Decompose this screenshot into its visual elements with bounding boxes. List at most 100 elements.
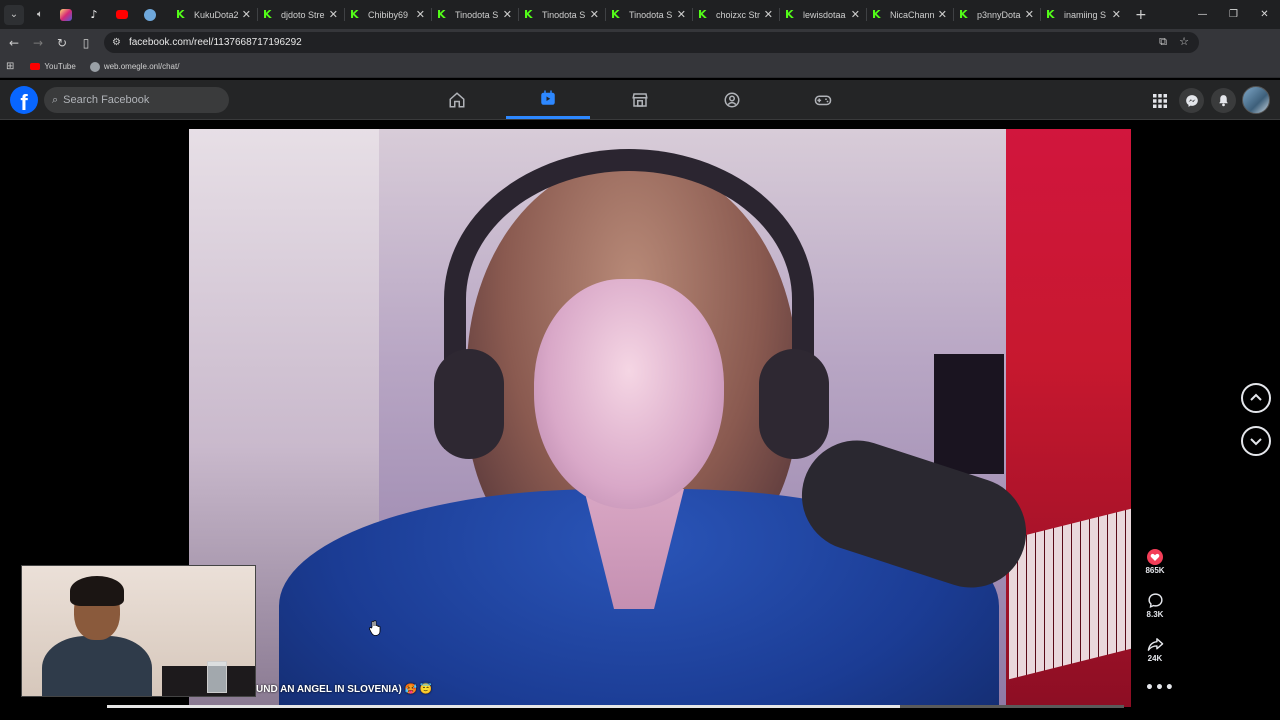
kick-icon: K [959,7,968,21]
mouse-cursor-icon [369,620,381,641]
reload-button[interactable]: ↻ [50,29,74,56]
close-tab-icon[interactable]: ✕ [938,8,947,21]
comment-icon [1147,593,1163,609]
new-tab-button[interactable]: + [1135,7,1147,23]
heart-icon [1147,549,1163,565]
share-icon [1147,638,1163,651]
nav-home[interactable] [415,80,499,119]
facebook-header: f ⌕ [0,80,1280,120]
facebook-logo-icon[interactable]: f [10,86,38,114]
back-button[interactable]: ← [2,29,26,56]
like-button[interactable]: 865K [1137,549,1173,575]
reel-progress-fill [107,705,901,708]
tab-title: Tinodota S [542,9,586,20]
home-icon [449,91,465,107]
comment-button[interactable]: 8.3K [1137,592,1173,619]
omegle-icon [144,8,156,21]
tab-title: KukuDota2 [194,9,238,20]
close-tab-icon[interactable]: ✕ [590,8,599,21]
pinned-tab-tiktok[interactable]: ♪ [80,0,108,29]
nav-groups[interactable] [690,80,774,119]
pinned-tab-omegle[interactable] [136,0,164,29]
marketplace-icon [632,92,648,107]
side-panel-button[interactable]: ▯ [74,29,98,56]
tab-strip: ⌄ 🔈︎ ♪ K KukuDota2 ✕ Kdjdoto Stre ✕ K Chibiby6… [0,0,1280,29]
reel-caption: UND AN ANGEL IN SLOVENIA) 🥵 😇 [256,684,433,695]
apps-icon[interactable]: ⊞ [6,61,14,72]
search-input[interactable] [63,94,214,106]
bell-icon [1219,95,1228,107]
account-avatar[interactable] [1242,86,1270,114]
webcam-glass [207,661,227,693]
kick-icon: K [785,7,794,21]
nav-marketplace[interactable] [598,80,682,119]
close-tab-icon[interactable]: ✕ [416,8,425,21]
browser-tab[interactable]: Kp3nnyDota ✕ [953,0,1040,29]
bookmark-label: YouTube [44,62,76,71]
pinned-tab-audio[interactable]: 🔈︎ [28,0,52,29]
reels-icon [541,90,555,105]
browser-tab[interactable]: K KukuDota2 ✕ [170,0,257,29]
browser-tab[interactable]: Kdjdoto Stre ✕ [257,0,344,29]
gaming-icon [814,95,832,105]
nav-reels[interactable] [506,80,590,119]
webcam-person-body [42,636,152,696]
browser-tab[interactable]: K Tinodota S ✕ [431,0,518,29]
browser-tab[interactable]: K Chibiby69 ✕ [344,0,431,29]
site-info-icon[interactable]: ⚙ [112,37,121,48]
bookmark-youtube[interactable]: YouTube [30,62,76,71]
tab-search-button[interactable]: ⌄ [4,4,24,25]
previous-reel-button[interactable] [1241,383,1271,413]
pinned-tab-youtube[interactable] [108,0,136,29]
forward-button[interactable]: → [26,29,50,56]
tiktok-icon: ♪ [90,8,98,21]
bookmark-star-icon[interactable]: ☆ [1179,35,1189,48]
youtube-icon [30,63,41,70]
browser-tab[interactable]: Klewisdotaa ✕ [779,0,866,29]
share-count: 24K [1147,654,1163,663]
menu-button[interactable] [1147,88,1172,113]
facebook-search[interactable]: ⌕ [44,87,229,113]
video-monitor [934,354,1004,474]
bookmarks-bar: ⊞ YouTube web.omegle.onl/chat/ [0,56,1280,78]
reel-video[interactable] [189,129,1131,707]
browser-tab[interactable]: Kchoizxc Str ✕ [692,0,779,29]
close-tab-icon[interactable]: ✕ [677,8,686,21]
close-tab-icon[interactable]: ✕ [764,8,773,21]
tab-title: NicaChann [890,9,934,20]
pinned-tab-instagram[interactable] [52,0,80,29]
kick-icon: K [524,7,533,21]
close-tab-icon[interactable]: ✕ [1025,8,1034,21]
bookmark-label: web.omegle.onl/chat/ [103,62,180,71]
messenger-button[interactable] [1179,88,1204,113]
kick-icon: K [350,7,359,21]
browser-tab[interactable]: K NicaChann ✕ [866,0,953,29]
chevron-down-icon [1250,438,1262,446]
kick-icon: K [263,7,272,21]
tab-title: djdoto Stre [281,9,325,20]
notifications-button[interactable] [1211,88,1236,113]
close-tab-icon[interactable]: ✕ [242,8,251,21]
browser-tab[interactable]: K Tinodota S ✕ [518,0,605,29]
webcam-person-hair [70,576,124,606]
close-tab-icon[interactable]: ✕ [851,8,860,21]
next-reel-button[interactable] [1241,426,1271,456]
nav-gaming[interactable] [781,80,865,119]
reel-progress-bar[interactable] [107,705,1124,708]
kick-icon: K [1046,7,1055,21]
close-tab-icon[interactable]: ✕ [1112,8,1121,21]
minimize-button[interactable]: — [1187,0,1218,29]
close-tab-icon[interactable]: ✕ [503,8,512,21]
instagram-icon [60,8,72,21]
address-bar[interactable]: ⚙ facebook.com/reel/1137668717196292 ⧉ ☆ [104,32,1199,53]
browser-tab[interactable]: Kinamiing S ✕ [1040,0,1127,29]
close-window-button[interactable]: ✕ [1249,0,1280,29]
browser-tab[interactable]: K Tinodota S ✕ [605,0,692,29]
share-button[interactable]: 24K [1137,636,1173,663]
bookmark-omegle[interactable]: web.omegle.onl/chat/ [89,61,180,72]
install-app-icon[interactable]: ⧉ [1159,35,1167,49]
more-options-button[interactable]: ••• [1145,680,1175,696]
restore-button[interactable]: ❐ [1218,0,1249,29]
close-tab-icon[interactable]: ✕ [329,8,338,21]
toolbar: ← → ↻ ▯ ⚙ facebook.com/reel/113766871719… [0,29,1280,78]
